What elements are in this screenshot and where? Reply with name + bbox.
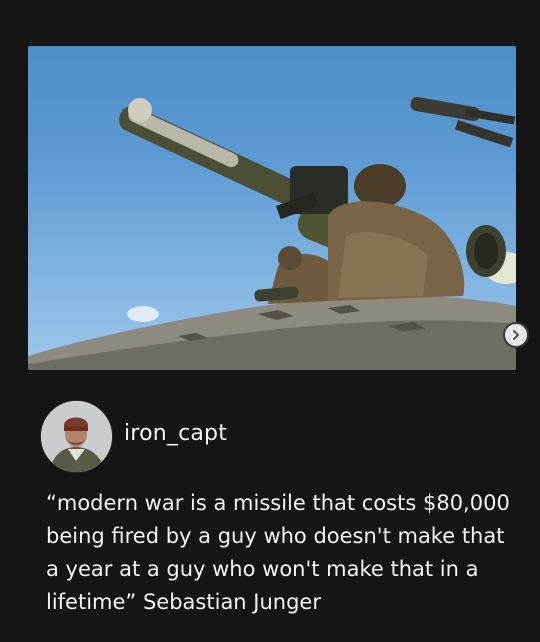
second-launcher (410, 96, 516, 148)
avatar[interactable] (40, 400, 113, 473)
post-caption: “modern war is a missile that costs $80,… (46, 491, 510, 614)
username[interactable]: iron_capt (124, 421, 227, 446)
post-card: iron_capt “modern war is a missile that … (0, 0, 540, 642)
post-image[interactable] (28, 46, 516, 370)
avatar-image (41, 401, 112, 472)
next-image-button[interactable] (503, 322, 529, 348)
post-image-graphic (28, 96, 516, 370)
chevron-right-icon (513, 330, 519, 340)
